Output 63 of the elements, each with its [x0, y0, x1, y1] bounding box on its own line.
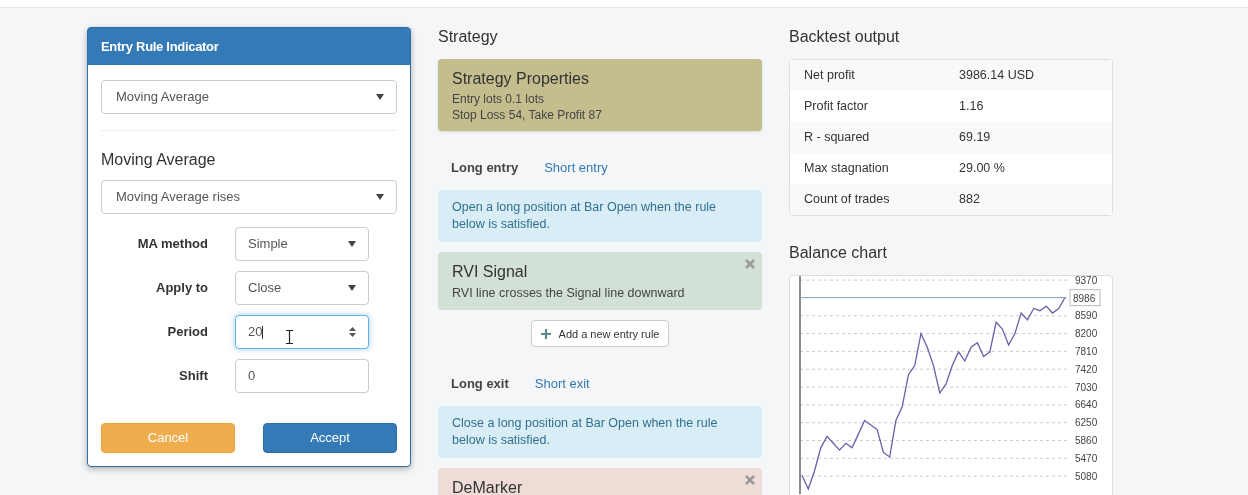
- dropdown[interactable]: Moving Average: [101, 80, 397, 114]
- column-heading: Backtest output: [789, 27, 901, 47]
- field-label: MA method: [136, 235, 209, 254]
- table-cell-text: 1.16: [959, 98, 984, 116]
- rule-title: RVI Signal: [452, 261, 529, 282]
- table-cell-text: 69.19: [959, 129, 991, 147]
- plus-icon: [540, 328, 551, 339]
- panel-text: Stop Loss 54, Take Profit 87: [452, 107, 603, 123]
- table-cell-text: Count of trades: [803, 191, 891, 209]
- caret-icon: [348, 285, 356, 291]
- close-icon[interactable]: [745, 474, 755, 485]
- table-cell-text: 29.00 %: [959, 160, 1005, 178]
- field-label: Period: [166, 323, 209, 342]
- rule-card[interactable]: DeMarker: [438, 467, 762, 495]
- axis-tick: 5080: [1075, 470, 1098, 482]
- column-heading: Strategy: [438, 27, 499, 47]
- axis-tick: 7030: [1075, 381, 1098, 393]
- axis-tick: 8200: [1075, 328, 1098, 340]
- number-field[interactable]: 20: [235, 315, 369, 349]
- spinner-icon[interactable]: [349, 327, 356, 337]
- caret-icon: [376, 94, 384, 100]
- input-field[interactable]: 0: [235, 359, 369, 393]
- axis-tick: 6250: [1075, 417, 1098, 429]
- rule-title: DeMarker: [452, 477, 524, 495]
- panel-title: Strategy Properties: [452, 69, 590, 89]
- table-cell-text: R - squared: [803, 129, 871, 147]
- rule-description: RVI line crosses the Signal line downward: [452, 284, 686, 302]
- rule-card[interactable]: RVI Signal RVI line crosses the Signal line downward: [438, 251, 762, 311]
- tab[interactable]: Short entry: [544, 158, 608, 178]
- close-icon[interactable]: [745, 258, 755, 269]
- table-cell-text: Net profit: [803, 67, 856, 85]
- caret-icon: [348, 241, 356, 247]
- axis-tick: 8590: [1075, 310, 1098, 322]
- axis-tick: 6640: [1075, 399, 1098, 411]
- dropdown[interactable]: Moving Average rises: [101, 180, 397, 214]
- info-note: Open a long position at Bar Open when the rule below is satisfied.: [438, 189, 762, 242]
- table-cell-text: Profit factor: [803, 98, 869, 116]
- field-label: Apply to: [155, 279, 209, 298]
- tab[interactable]: Long entry: [451, 158, 519, 178]
- panel-text: Entry lots 0.1 lots: [452, 91, 546, 107]
- add-rule-button[interactable]: Add a new entry rule: [530, 320, 670, 348]
- axis-tick: 7810: [1075, 345, 1098, 357]
- value-label: 8986: [1069, 289, 1101, 307]
- ref-line-label: 8986: [1073, 292, 1096, 304]
- info-note: Close a long position at Bar Open when the rule below is satisfied.: [438, 405, 762, 458]
- axis-tick: 5470: [1075, 452, 1098, 464]
- dropdown[interactable]: Simple: [235, 227, 369, 261]
- text-cursor-icon: [286, 330, 293, 344]
- axis-tick: 9370: [1075, 276, 1098, 286]
- table-cell-text: Max stagnation: [803, 160, 890, 178]
- dropdown[interactable]: Close: [235, 271, 369, 305]
- column-heading: Balance chart: [789, 243, 888, 263]
- section-title: Moving Average: [101, 150, 217, 170]
- field-label: Shift: [178, 367, 209, 386]
- accept-button[interactable]: Accept: [263, 423, 397, 453]
- axis-tick: 7420: [1075, 363, 1098, 375]
- table-cell-text: 882: [959, 191, 980, 209]
- dialog-title: Entry Rule Indicator: [101, 37, 219, 56]
- tab[interactable]: Long exit: [451, 374, 509, 394]
- axis-tick: 5860: [1075, 435, 1098, 447]
- table-cell-text: 3986.14 USD: [959, 67, 1035, 85]
- caret-icon: [376, 194, 384, 200]
- tab[interactable]: Short exit: [534, 374, 590, 394]
